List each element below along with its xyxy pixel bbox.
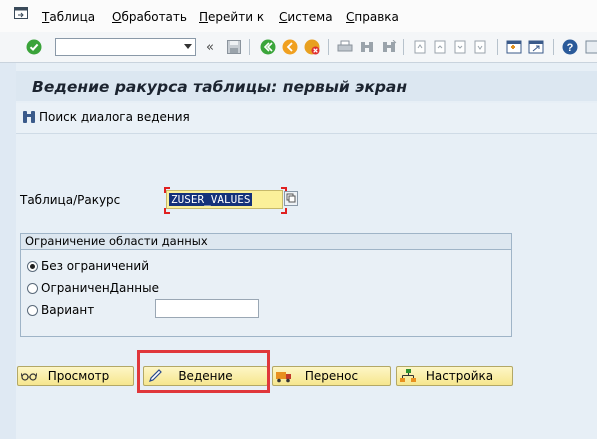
- field-marker: [164, 208, 170, 214]
- exit-icon[interactable]: [280, 37, 300, 57]
- find-icon[interactable]: [357, 37, 377, 57]
- cancel-icon[interactable]: [302, 37, 322, 57]
- toolbar-separator: [249, 39, 250, 55]
- radio-button-selected[interactable]: [27, 260, 38, 272]
- data-restriction-group: Ограничение области данных Без ограничен…: [20, 233, 512, 337]
- menu-goto[interactable]: Перейти к: [199, 10, 264, 24]
- radio-button[interactable]: [27, 304, 38, 316]
- find-next-icon[interactable]: [379, 37, 399, 57]
- previous-page-icon[interactable]: [430, 37, 450, 57]
- glasses-icon: [21, 372, 37, 381]
- save-icon[interactable]: [224, 37, 244, 57]
- truck-icon: [276, 372, 291, 383]
- svg-text:?: ?: [567, 42, 574, 54]
- toolbar-separator: [497, 39, 498, 55]
- radio-no-restriction[interactable]: Без ограничений: [27, 259, 149, 273]
- table-view-label: Таблица/Ракурс: [20, 193, 121, 207]
- application-toolbar: Поиск диалога ведения: [16, 103, 597, 134]
- search-maintenance-dialog-label: Поиск диалога ведения: [39, 110, 190, 124]
- search-maintenance-dialog-button[interactable]: Поиск диалога ведения: [22, 110, 190, 124]
- page-title: Ведение ракурса таблицы: первый экран: [32, 78, 408, 96]
- main-content: Ведение ракурса таблицы: первый экран По…: [16, 63, 597, 439]
- binoculars-icon: [23, 111, 35, 123]
- toolbar-separator: [403, 39, 404, 55]
- left-strip: [0, 63, 16, 439]
- highlight-box: [137, 350, 270, 393]
- radio-restricted-data[interactable]: ОграниченДанные: [27, 281, 159, 295]
- radio-variant-label: Вариант: [41, 303, 95, 317]
- title-bar: Ведение ракурса таблицы: первый экран: [16, 71, 597, 101]
- radio-restricted-data-label: ОграниченДанные: [41, 281, 159, 295]
- hierarchy-icon: [400, 369, 416, 382]
- menu-bar: Таблица Обработать Перейти к Система Спр…: [0, 0, 597, 33]
- standard-toolbar: « ?: [0, 32, 597, 63]
- help-icon[interactable]: ?: [560, 37, 580, 57]
- table-view-input[interactable]: ZUSER_VALUES: [166, 190, 283, 209]
- radio-variant[interactable]: Вариант: [27, 303, 94, 317]
- layout-menu-icon[interactable]: [582, 37, 597, 57]
- next-page-icon[interactable]: [450, 37, 470, 57]
- toolbar-separator: [553, 39, 554, 55]
- table-view-value: ZUSER_VALUES: [169, 193, 253, 206]
- menu-help[interactable]: Справка: [346, 10, 399, 24]
- menu-table[interactable]: Таблица: [42, 10, 95, 24]
- print-icon[interactable]: [335, 37, 355, 57]
- radio-button[interactable]: [27, 282, 38, 294]
- data-restriction-title: Ограничение области данных: [21, 234, 511, 250]
- system-menu-icon[interactable]: [14, 7, 28, 19]
- field-marker: [164, 187, 170, 193]
- radio-no-restriction-label: Без ограничений: [41, 259, 149, 273]
- back-icon[interactable]: [258, 37, 278, 57]
- variant-input[interactable]: [155, 299, 259, 318]
- field-marker: [281, 208, 287, 214]
- menu-edit[interactable]: Обработать: [112, 10, 187, 24]
- customizing-button[interactable]: Настройка: [396, 366, 513, 386]
- shortcut-icon[interactable]: [526, 37, 546, 57]
- transport-button[interactable]: Перенос: [272, 366, 391, 386]
- toolbar-separator: [328, 39, 329, 55]
- command-field[interactable]: [55, 38, 196, 56]
- display-button[interactable]: Просмотр: [17, 366, 134, 386]
- double-left-icon[interactable]: «: [200, 37, 220, 57]
- check-icon[interactable]: [24, 37, 44, 57]
- new-session-icon[interactable]: [504, 37, 524, 57]
- menu-system[interactable]: Система: [279, 10, 333, 24]
- chevron-down-icon[interactable]: [184, 44, 192, 49]
- first-page-icon[interactable]: [410, 37, 430, 57]
- value-help-icon[interactable]: [284, 191, 298, 206]
- last-page-icon[interactable]: [470, 37, 490, 57]
- command-input[interactable]: [58, 40, 182, 56]
